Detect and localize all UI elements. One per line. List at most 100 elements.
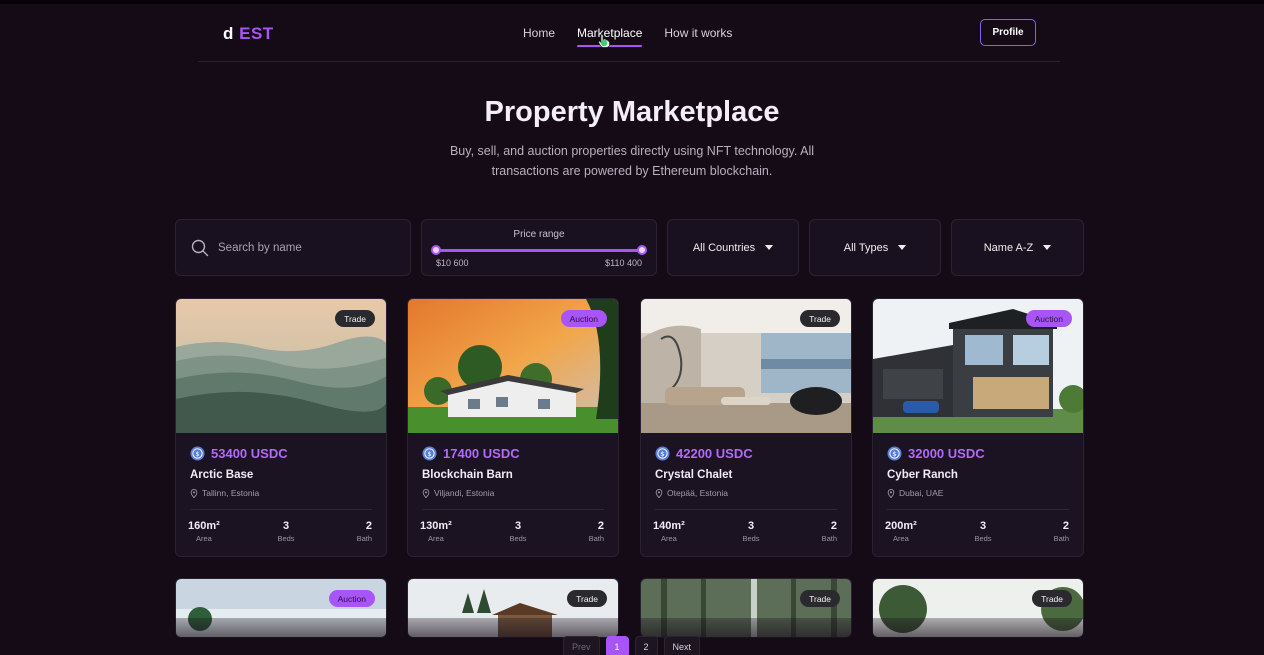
status-badge: Trade	[567, 590, 607, 607]
stat-beds-label: Beds	[974, 534, 992, 543]
nav-link-how-it-works[interactable]: How it works	[664, 26, 732, 46]
stat-bath-label: Bath	[1053, 534, 1069, 543]
usdc-coin-icon: $	[190, 446, 205, 461]
property-card[interactable]: Auction $ 32000 USDC Cyber Ranch Dubai, …	[872, 298, 1084, 557]
price-max-value: $110 400	[605, 258, 642, 268]
stat-area-value: 160m²	[188, 520, 220, 532]
stat-beds: 3 Beds	[731, 520, 771, 543]
svg-text:$: $	[195, 450, 199, 458]
pagination: Prev 1 2 Next	[563, 636, 701, 655]
stat-beds-label: Beds	[277, 534, 295, 543]
status-badge: Auction	[1025, 310, 1072, 327]
property-location: Otepää, Estonia	[655, 488, 728, 498]
property-location-text: Otepää, Estonia	[667, 488, 728, 498]
property-location-text: Tallinn, Estonia	[202, 488, 260, 498]
chevron-down-icon	[1043, 245, 1052, 250]
status-badge: Trade	[335, 310, 375, 327]
nav-links: Home Marketplace How it works	[523, 26, 732, 47]
property-name: Cyber Ranch	[887, 469, 958, 481]
logo-est: EST	[239, 24, 274, 43]
stat-beds: 3 Beds	[963, 520, 1003, 543]
price-range-label: Price range	[513, 229, 565, 240]
divider	[422, 509, 604, 510]
page-subtitle: Buy, sell, and auction properties direct…	[449, 144, 815, 178]
stat-bath: 2 Bath	[589, 520, 604, 543]
sort-select-value: Name A-Z	[983, 241, 1034, 254]
property-price: 53400 USDC	[211, 446, 288, 461]
price-min-handle[interactable]	[431, 245, 441, 255]
page-2-button[interactable]: 2	[634, 636, 658, 655]
divider	[190, 509, 372, 510]
status-badge: Trade	[800, 590, 840, 607]
next-page-button[interactable]: Next	[663, 636, 701, 655]
stat-beds-value: 3	[979, 520, 987, 532]
usdc-coin-icon: $	[887, 446, 902, 461]
search-box[interactable]	[175, 219, 411, 276]
stat-area-label: Area	[195, 534, 212, 543]
prev-page-button[interactable]: Prev	[563, 636, 600, 655]
stat-area: 200m² Area	[885, 520, 917, 543]
page-title: Property Marketplace	[484, 96, 780, 128]
status-badge: Trade	[800, 310, 840, 327]
property-location-text: Viljandi, Estonia	[434, 488, 495, 498]
svg-text:$: $	[660, 450, 664, 458]
price-range-track[interactable]	[436, 249, 642, 252]
property-card[interactable]: Trade $ 53400 USDC Arctic Base Tallinn, …	[175, 298, 387, 557]
hand-cursor-icon	[598, 34, 610, 48]
price-max-handle[interactable]	[637, 245, 647, 255]
price-row: $ 42200 USDC	[655, 446, 753, 461]
price-row: $ 32000 USDC	[887, 446, 985, 461]
stat-bath-label: Bath	[821, 534, 837, 543]
property-location-text: Dubai, UAE	[899, 488, 944, 498]
sort-select[interactable]: Name A-Z	[951, 219, 1084, 276]
stat-beds: 3 Beds	[266, 520, 306, 543]
usdc-coin-icon: $	[422, 446, 437, 461]
property-card[interactable]: Trade $ 42200 USDC Crystal Chalet Otepää…	[640, 298, 852, 557]
type-select[interactable]: All Types	[809, 219, 941, 276]
logo[interactable]: d EST	[223, 24, 274, 44]
property-price: 32000 USDC	[908, 446, 985, 461]
location-pin-icon	[422, 488, 430, 498]
divider	[887, 509, 1069, 510]
property-name: Blockchain Barn	[422, 469, 513, 481]
country-select-value: All Countries	[692, 241, 756, 254]
stat-bath-value: 2	[830, 520, 837, 532]
page-1-button[interactable]: 1	[605, 636, 629, 655]
stat-area: 160m² Area	[188, 520, 220, 543]
chevron-down-icon	[765, 245, 774, 250]
country-select[interactable]: All Countries	[667, 219, 799, 276]
stat-area-value: 130m²	[420, 520, 452, 532]
property-name: Arctic Base	[190, 469, 254, 481]
property-location: Viljandi, Estonia	[422, 488, 494, 498]
location-pin-icon	[190, 488, 198, 498]
status-badge: Trade	[1032, 590, 1072, 607]
stat-area-value: 140m²	[653, 520, 685, 532]
stat-beds-label: Beds	[742, 534, 760, 543]
stat-area: 140m² Area	[653, 520, 685, 543]
stat-bath: 2 Bath	[357, 520, 372, 543]
divider	[655, 509, 837, 510]
property-price: 42200 USDC	[676, 446, 753, 461]
stat-beds-label: Beds	[509, 534, 527, 543]
stat-bath-value: 2	[1062, 520, 1069, 532]
property-card[interactable]: Auction $ 17400 USDC Blockchain Barn Vil…	[407, 298, 619, 557]
stat-area-label: Area	[660, 534, 677, 543]
stat-beds-value: 3	[747, 520, 755, 532]
svg-text:$: $	[892, 450, 896, 458]
profile-button[interactable]: Profile	[980, 19, 1036, 46]
price-min-value: $10 600	[436, 258, 469, 268]
stat-bath-label: Bath	[588, 534, 604, 543]
type-select-value: All Types	[843, 241, 889, 254]
property-location: Tallinn, Estonia	[190, 488, 259, 498]
stat-bath: 2 Bath	[822, 520, 837, 543]
nav-link-home[interactable]: Home	[523, 26, 555, 46]
property-name: Crystal Chalet	[655, 469, 733, 481]
navbar: d EST Home Marketplace How it works Prof…	[198, 4, 1060, 62]
stat-area-label: Area	[427, 534, 444, 543]
search-input[interactable]	[218, 239, 398, 257]
stat-beds: 3 Beds	[498, 520, 538, 543]
location-pin-icon	[887, 488, 895, 498]
stat-area-label: Area	[892, 534, 909, 543]
svg-text:$: $	[427, 450, 431, 458]
property-location: Dubai, UAE	[887, 488, 943, 498]
